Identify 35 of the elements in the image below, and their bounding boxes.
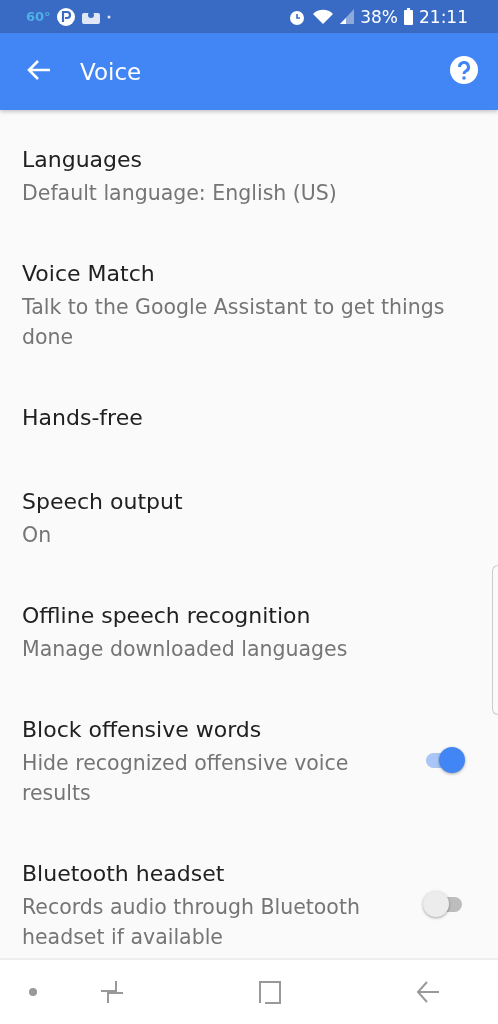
setting-description: Talk to the Google Assistant to get things done: [22, 294, 446, 351]
settings-item[interactable]: Bluetooth headset Records audio through Bluetooth headset if available: [0, 832, 491, 958]
settings-item[interactable]: Voice Match Talk to the Google Assistant to get things done: [0, 232, 491, 376]
settings-item[interactable]: Offline speech recognition Manage downloaded languages: [0, 574, 491, 688]
setting-description: Hide recognized offensive voice results: [22, 750, 350, 807]
signal-icon: [340, 9, 355, 24]
home-icon[interactable]: [258, 979, 282, 1005]
settings-item[interactable]: Speech output On: [0, 460, 491, 574]
settings-item[interactable]: Hands-free: [0, 376, 491, 460]
setting-title: Bluetooth headset: [22, 860, 226, 888]
setting-title: Voice Match: [22, 260, 156, 288]
clock-time: 21:11: [419, 6, 468, 27]
recent-apps-icon[interactable]: [100, 979, 124, 1005]
app-icon: [56, 7, 75, 26]
setting-description: Manage downloaded languages: [22, 636, 349, 663]
dot-icon: [106, 14, 111, 19]
dot-icon[interactable]: [28, 987, 38, 997]
screen-title: Voice: [80, 58, 143, 85]
help-button[interactable]: [450, 56, 478, 87]
setting-description: Default language: English (US): [22, 180, 338, 207]
scrollbar[interactable]: [492, 565, 498, 715]
wifi-icon: [312, 8, 335, 25]
setting-title: Speech output: [22, 488, 184, 516]
setting-description: Records audio through Bluetooth headset if available: [22, 894, 361, 951]
settings-item[interactable]: Languages Default language: English (US): [0, 118, 491, 232]
setting-title: Block offensive words: [22, 716, 263, 744]
setting-title: Hands-free: [22, 404, 144, 432]
back-icon[interactable]: [416, 979, 440, 1005]
setting-title: Languages: [22, 146, 144, 174]
setting-description: On: [22, 522, 53, 549]
battery-icon: [404, 8, 413, 25]
battery-percent: 38%: [360, 6, 398, 27]
setting-title: Offline speech recognition: [22, 602, 312, 630]
settings-item[interactable]: Block offensive words Hide recognized offensive voice results: [0, 688, 491, 832]
temperature-text: 60°: [26, 9, 51, 24]
